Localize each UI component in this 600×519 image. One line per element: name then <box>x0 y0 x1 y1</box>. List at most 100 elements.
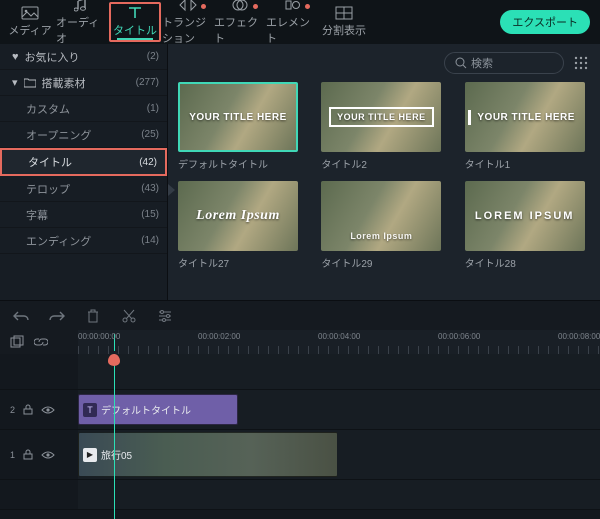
heart-icon: ♥ <box>12 51 19 63</box>
time-ruler[interactable]: 00:00:00:00 00:00:02:00 00:00:04:00 00:0… <box>78 330 600 354</box>
search-input[interactable]: 検索 <box>444 52 564 74</box>
sidebar-count: (1) <box>147 103 159 114</box>
lock-icon[interactable] <box>23 449 33 460</box>
thumbnail-tile[interactable]: YOUR TITLE HERE <box>321 82 441 152</box>
tab-label: トランジション <box>162 14 214 46</box>
thumbnail-overlay-text: Lorem Ipsum <box>321 229 441 243</box>
cut-button[interactable] <box>120 307 138 325</box>
tab-transition[interactable]: トランジション <box>162 0 214 44</box>
thumbnail-item[interactable]: Lorem Ipsum タイトル27 <box>178 181 298 270</box>
tab-label: オーディオ <box>56 14 108 46</box>
thumbnail-gallery: 検索 YOUR TITLE HEREデフォルトタイトルYOUR TITLE HE… <box>168 44 600 300</box>
thumbnail-tile[interactable]: Lorem Ipsum <box>321 181 441 251</box>
lock-icon[interactable] <box>23 404 33 415</box>
tab-media[interactable]: メディア <box>4 0 56 44</box>
ruler-label: 00:00:06:00 <box>438 332 480 341</box>
sidebar-label: お気に入り <box>25 49 80 65</box>
thumbnail-caption: タイトル1 <box>465 156 585 171</box>
sidebar-label: エンディング <box>26 233 91 249</box>
undo-button[interactable] <box>12 307 30 325</box>
export-button[interactable]: エクスポート <box>500 10 590 34</box>
tab-label: エフェクト <box>214 14 266 46</box>
thumbnail-item[interactable]: Lorem Ipsum タイトル29 <box>321 181 441 270</box>
search-placeholder: 検索 <box>471 55 493 71</box>
adjust-button[interactable] <box>156 307 174 325</box>
thumbnail-tile[interactable]: YOUR TITLE HERE <box>178 82 298 152</box>
ruler-label: 00:00:08:00 <box>558 332 600 341</box>
sidebar-label: カスタム <box>26 101 70 117</box>
eye-icon[interactable] <box>41 405 55 415</box>
redo-button[interactable] <box>48 307 66 325</box>
thumbnail-overlay-text: YOUR TITLE HERE <box>468 110 581 125</box>
playhead[interactable] <box>114 354 115 519</box>
sidebar-label: 字幕 <box>26 207 48 223</box>
thumbnail-overlay-text: Lorem Ipsum <box>190 206 286 226</box>
update-dot-icon <box>253 4 258 9</box>
thumbnail-tile[interactable]: LOREM IPSUM <box>465 181 585 251</box>
update-dot-icon <box>201 4 206 9</box>
tab-effect[interactable]: エフェクト <box>214 0 266 44</box>
sidebar-item-telop[interactable]: テロップ (43) <box>0 176 167 202</box>
track-lane[interactable]: ▶ 旅行05 <box>78 430 600 479</box>
media-icon <box>21 6 39 20</box>
sidebar-item-title[interactable]: タイトル (42) <box>0 148 167 176</box>
top-tab-bar: メディア オーディオ タイトル トランジション エフェクト エレメント 分割表示… <box>0 0 600 44</box>
folder-icon <box>24 78 36 88</box>
thumbnail-caption: タイトル27 <box>178 255 298 270</box>
tab-audio[interactable]: オーディオ <box>56 0 108 44</box>
eye-icon[interactable] <box>41 450 55 460</box>
sidebar-count: (2) <box>147 51 159 62</box>
clip-video[interactable]: ▶ 旅行05 <box>78 432 338 477</box>
tab-title[interactable]: タイトル <box>109 2 161 42</box>
timeline-toolbar <box>0 300 600 330</box>
sidebar-count: (277) <box>136 77 159 88</box>
audio-icon <box>73 0 91 12</box>
thumbnail-tile[interactable]: YOUR TITLE HERE <box>465 82 585 152</box>
sidebar-item-ending[interactable]: エンディング (14) <box>0 228 167 254</box>
sidebar-item-custom[interactable]: カスタム (1) <box>0 96 167 122</box>
sidebar-label: 搭載素材 <box>42 75 86 91</box>
tab-split[interactable]: 分割表示 <box>318 0 370 44</box>
ruler-label: 00:00:00:00 <box>78 332 120 341</box>
grid-view-button[interactable] <box>570 52 592 74</box>
transition-icon <box>179 0 197 12</box>
sidebar-item-builtin[interactable]: ▾搭載素材 (277) <box>0 70 167 96</box>
thumbnail-overlay-text: YOUR TITLE HERE <box>329 107 434 127</box>
thumbnail-caption: タイトル2 <box>321 156 441 171</box>
title-icon <box>126 6 144 20</box>
sidebar-collapse-handle[interactable] <box>168 184 175 196</box>
thumbnail-item[interactable]: LOREM IPSUM タイトル28 <box>465 181 585 270</box>
ruler-label: 00:00:04:00 <box>318 332 360 341</box>
thumbnail-caption: タイトル28 <box>465 255 585 270</box>
track-empty <box>0 480 600 510</box>
sidebar-item-favorites[interactable]: ♥ お気に入り (2) <box>0 44 167 70</box>
sidebar-item-opening[interactable]: オープニング (25) <box>0 122 167 148</box>
tab-label: 分割表示 <box>322 22 366 38</box>
thumbnail-caption: タイトル29 <box>321 255 441 270</box>
tab-element[interactable]: エレメント <box>266 0 318 44</box>
title-badge-icon: T <box>83 403 97 417</box>
thumbnail-tile[interactable]: Lorem Ipsum <box>178 181 298 251</box>
update-dot-icon <box>305 4 310 9</box>
sidebar-item-subtitle[interactable]: 字幕 (15) <box>0 202 167 228</box>
sidebar-label: オープニング <box>26 127 91 143</box>
thumbnail-item[interactable]: YOUR TITLE HERE タイトル1 <box>465 82 585 171</box>
sidebar-count: (43) <box>141 183 159 194</box>
tab-label: エレメント <box>266 14 318 46</box>
thumbnail-item[interactable]: YOUR TITLE HEREデフォルトタイトル <box>178 82 298 171</box>
thumbnail-overlay-text: LOREM IPSUM <box>469 208 581 224</box>
clip-title[interactable]: T デフォルトタイトル <box>78 394 238 425</box>
search-icon <box>455 57 467 69</box>
delete-button[interactable] <box>84 307 102 325</box>
link-button[interactable] <box>34 336 48 348</box>
track-lane[interactable]: T デフォルトタイトル <box>78 390 600 429</box>
track-video: 1 ▶ 旅行05 <box>0 430 600 480</box>
track-index: 1 <box>10 450 15 460</box>
duplicate-button[interactable] <box>10 335 24 349</box>
sidebar-count: (14) <box>141 235 159 246</box>
effect-icon <box>231 0 249 12</box>
sidebar-count: (42) <box>139 157 157 168</box>
element-icon <box>283 0 301 12</box>
thumbnail-item[interactable]: YOUR TITLE HERE タイトル2 <box>321 82 441 171</box>
timeline-panel: 00:00:00:00 00:00:02:00 00:00:04:00 00:0… <box>0 330 600 519</box>
